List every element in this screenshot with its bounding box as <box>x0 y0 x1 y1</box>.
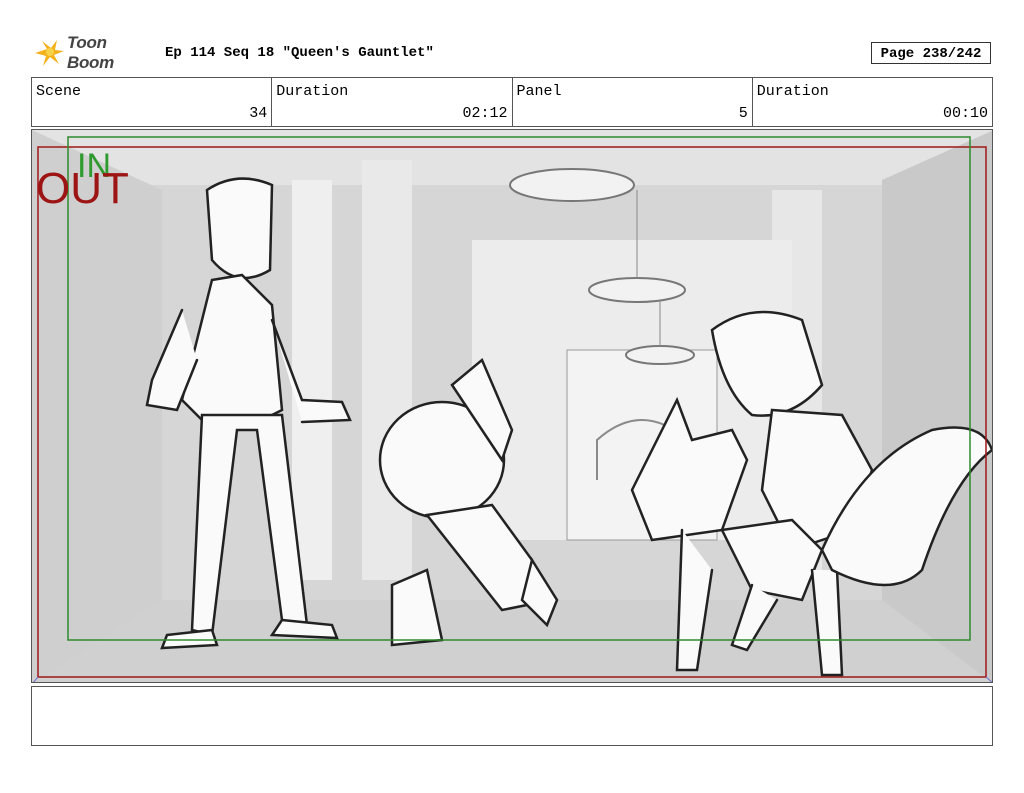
scene-duration-cell: Duration 02:12 <box>272 78 513 126</box>
panel-cell: Panel 5 <box>513 78 753 126</box>
panel-notes-box[interactable] <box>31 686 993 746</box>
scene-duration-value: 02:12 <box>462 105 508 122</box>
scene-duration-label: Duration <box>276 83 349 100</box>
panel-duration-label: Duration <box>756 83 829 100</box>
panel-duration-value: 00:10 <box>942 105 988 122</box>
scene-cell: Scene 34 <box>32 78 273 126</box>
panel-sketch-artwork <box>32 130 992 682</box>
scene-value: 34 <box>249 105 268 122</box>
page-counter: Page 238/242 <box>871 42 991 64</box>
starburst-logo-icon <box>34 40 64 66</box>
storyboard-info-row: Scene 34 Duration 02:12 Panel 5 Duration… <box>31 77 993 127</box>
logo-text: Toon Boom <box>66 33 114 72</box>
panel-duration-cell: Duration 00:10 <box>753 78 992 126</box>
panel-value: 5 <box>738 105 748 122</box>
toon-boom-logo: Toon Boom <box>33 33 158 72</box>
scene-label: Scene <box>36 83 82 100</box>
panel-label: Panel <box>516 83 562 100</box>
episode-title: Ep 114 Seq 18 "Queen's Gauntlet" <box>165 45 434 61</box>
out-frame-label: OUT <box>36 164 129 213</box>
storyboard-panel: IN OUT <box>31 129 993 683</box>
